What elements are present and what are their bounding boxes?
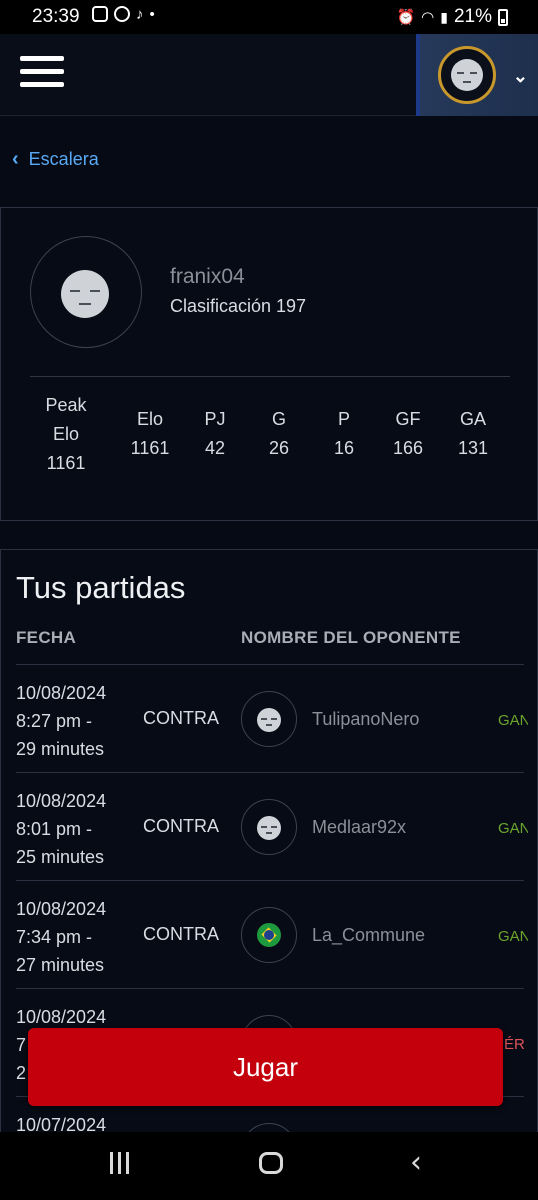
face-avatar-icon xyxy=(61,270,109,318)
stat-value: 131 xyxy=(457,438,489,458)
opponent-name[interactable]: Medlaar92x xyxy=(312,817,406,838)
opponent-avatar xyxy=(241,907,297,963)
match-vs: CONTRA xyxy=(143,924,219,944)
matches-title: Tus partidas xyxy=(16,570,186,605)
stat-value: 42 xyxy=(204,438,226,458)
back-icon[interactable]: ‹ xyxy=(410,1148,436,1178)
profile-avatar xyxy=(30,236,142,348)
stat-label: GA xyxy=(459,409,486,429)
match-result: GANADO xyxy=(498,712,528,729)
opponent-avatar xyxy=(241,799,297,855)
profile-username: franix04 xyxy=(170,265,245,288)
stat-p: P 16 xyxy=(319,405,369,463)
opponent-avatar xyxy=(241,691,297,747)
notification-icons: ♪ • xyxy=(92,6,155,23)
recents-icon[interactable] xyxy=(110,1152,134,1174)
stat-label: GF xyxy=(395,409,421,429)
stat-value: 26 xyxy=(268,438,290,458)
alarm-icon: ⏰ xyxy=(396,9,416,26)
stat-ga: GA 131 xyxy=(448,405,498,463)
brazil-flag-icon xyxy=(257,923,281,947)
stat-label: Peak xyxy=(45,395,87,415)
stat-label: Elo xyxy=(52,424,79,444)
opponent-name[interactable]: TulipanoNero xyxy=(312,709,419,730)
stat-pj: PJ 42 xyxy=(190,405,240,463)
match-vs: CONTRA xyxy=(143,816,219,836)
status-time: 23:39 xyxy=(32,6,80,27)
stat-value: 16 xyxy=(333,438,355,458)
hamburger-icon[interactable] xyxy=(20,56,64,92)
column-header-opponent: NOMBRE DEL OPONENTE xyxy=(241,628,461,647)
avatar[interactable] xyxy=(438,46,496,104)
match-result: GANADO xyxy=(498,820,528,837)
stat-gf: GF 166 xyxy=(383,405,433,463)
threads-icon xyxy=(114,6,130,22)
profile-card: franix04 Clasificación 197 Peak Elo 1161… xyxy=(0,207,538,521)
face-avatar-icon xyxy=(451,59,483,91)
breadcrumb-label: Escalera xyxy=(28,149,99,169)
instagram-icon xyxy=(92,6,108,22)
stat-elo: Elo 1161 xyxy=(121,405,179,463)
face-avatar-icon xyxy=(257,708,281,732)
app-header: ⌄ xyxy=(0,34,538,116)
profile-ranking: Clasificación 197 xyxy=(170,296,307,316)
stat-value: 166 xyxy=(392,438,424,458)
profile-menu-button[interactable]: ⌄ xyxy=(416,34,538,116)
home-icon[interactable] xyxy=(259,1152,283,1174)
opponent-name[interactable]: La_Commune xyxy=(312,925,425,946)
chevron-left-icon: ‹ xyxy=(12,148,19,170)
face-avatar-icon xyxy=(257,816,281,840)
column-header-date: FECHA xyxy=(16,628,77,647)
divider xyxy=(30,376,510,377)
stat-value: 1161 xyxy=(46,453,86,473)
wifi-icon: ◠ xyxy=(421,9,435,26)
stat-label: PJ xyxy=(204,409,226,429)
play-button[interactable]: Jugar xyxy=(28,1028,503,1106)
dot-icon: • xyxy=(149,6,155,23)
table-row[interactable]: 10/08/2024 8:01 pm - 25 minutes CONTRA M… xyxy=(16,772,528,880)
battery-icon xyxy=(498,8,508,26)
stat-label: G xyxy=(271,409,286,429)
stat-label: P xyxy=(337,409,350,429)
match-date: 10/08/2024 8:01 pm - 25 minutes xyxy=(16,791,107,867)
system-nav-bar: ‹ xyxy=(0,1132,538,1200)
breadcrumb[interactable]: ‹ Escalera xyxy=(12,148,99,171)
tiktok-icon: ♪ xyxy=(136,6,144,23)
stat-peak-elo: Peak Elo 1161 xyxy=(37,391,95,478)
stat-value: 1161 xyxy=(130,438,170,458)
match-date: 10/08/2024 7:34 pm - 27 minutes xyxy=(16,899,107,975)
table-row[interactable]: 10/08/2024 7:34 pm - 27 minutes CONTRA L… xyxy=(16,880,528,988)
status-bar: 23:39 ♪ • ⏰ ◠ ▮ 21% xyxy=(0,0,538,34)
battery-percent: 21% xyxy=(453,6,492,27)
system-icons: ⏰ ◠ ▮ 21% xyxy=(396,6,508,28)
table-row[interactable]: 10/08/2024 8:27 pm - 29 minutes CONTRA T… xyxy=(16,664,528,772)
stat-g: G 26 xyxy=(254,405,304,463)
stat-label: Elo xyxy=(136,409,163,429)
match-date: 10/08/2024 8:27 pm - 29 minutes xyxy=(16,683,107,759)
match-result: GANADO xyxy=(498,928,528,945)
signal-icon: ▮ xyxy=(440,8,448,25)
match-vs: CONTRA xyxy=(143,708,219,728)
chevron-down-icon[interactable]: ⌄ xyxy=(513,66,528,87)
